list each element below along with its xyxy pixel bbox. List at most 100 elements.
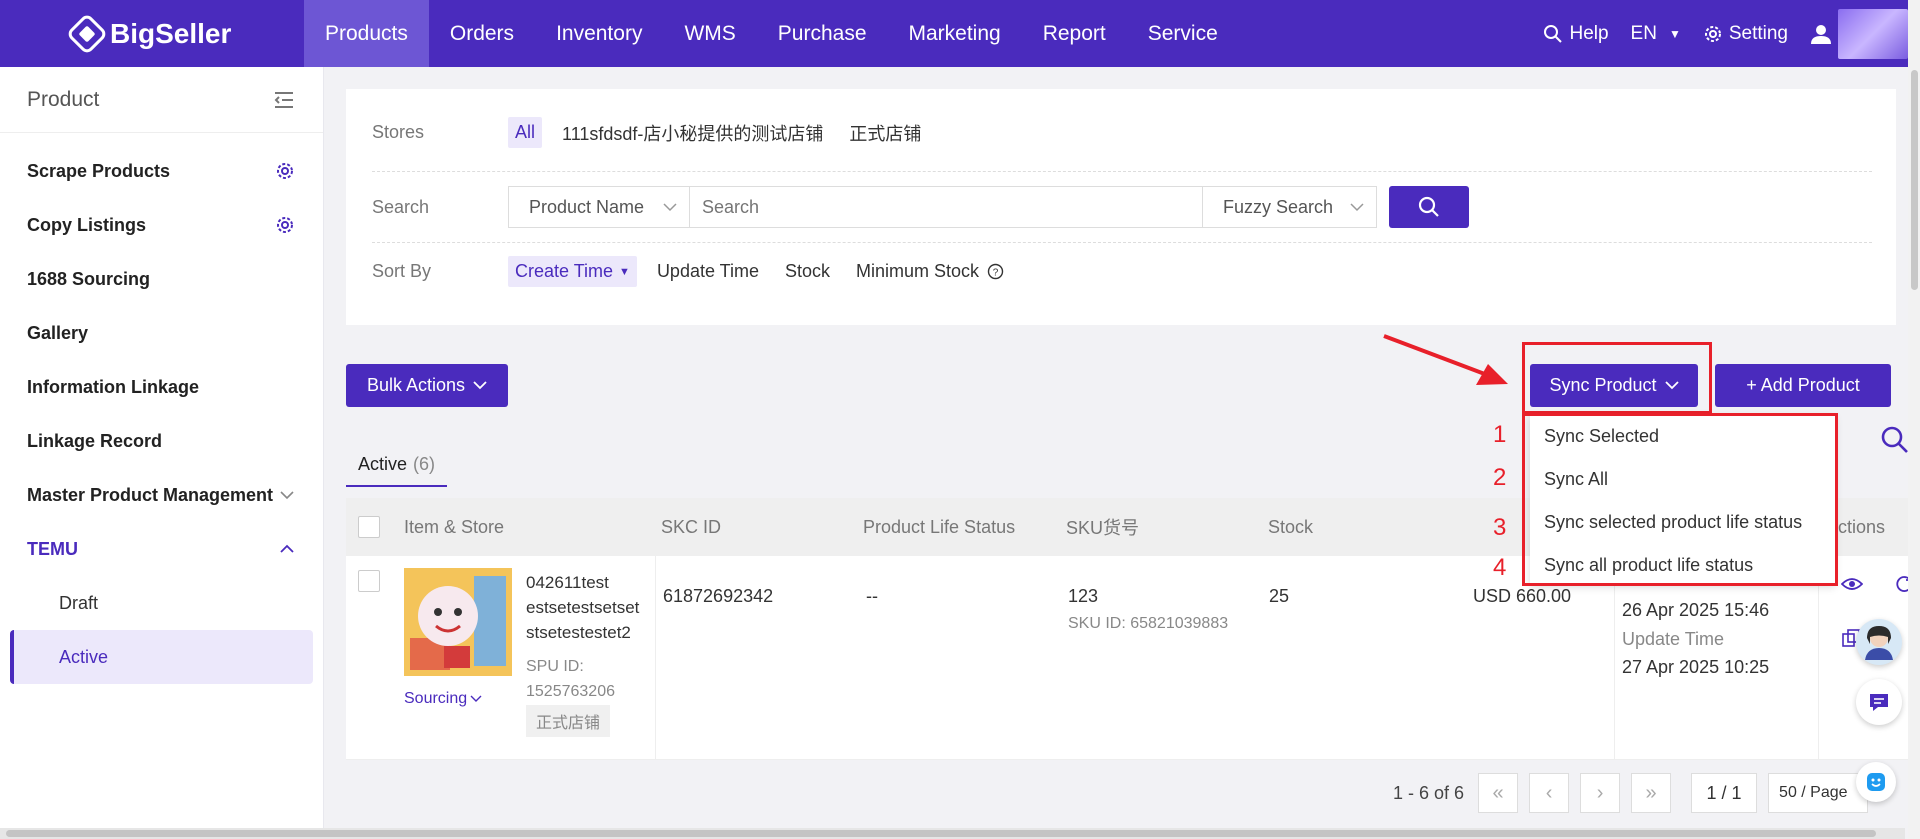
vertical-scrollbar[interactable] [1908,0,1920,839]
sourcing-dropdown[interactable]: Sourcing [404,690,482,708]
sidebar-item-copy-listings[interactable]: Copy Listings [0,198,323,252]
nav-marketing[interactable]: Marketing [888,0,1022,67]
sort-minimum-stock[interactable]: Minimum Stock [856,261,979,282]
user-menu[interactable] [1810,8,1908,59]
horizontal-scroll-thumb[interactable] [6,830,1876,837]
product-title-line: stsetestestet2 [526,623,631,642]
user-avatar[interactable] [1838,8,1908,59]
sidebar-item-1688-sourcing[interactable]: 1688 Sourcing [0,252,323,306]
sidebar-item-information-linkage[interactable]: Information Linkage [0,360,323,414]
help-circle-icon[interactable]: ? [987,263,1004,280]
bulk-actions-label: Bulk Actions [366,375,466,395]
nav-inventory[interactable]: Inventory [535,0,663,67]
chevron-down-icon [1350,202,1364,211]
sidebar-item-temu[interactable]: TEMU [0,522,323,576]
sidebar-item-scrape-products[interactable]: Scrape Products [0,144,323,198]
column-product-life-status: Product Life Status [863,516,1016,537]
caret-down-icon: ▼ [1668,26,1681,41]
product-thumbnail[interactable] [404,568,512,676]
nav-service[interactable]: Service [1127,0,1239,67]
column-item-store: Item & Store [404,516,505,537]
row-checkbox[interactable] [358,570,380,592]
search-field-value: Product Name [529,196,645,217]
tab-active-label: Active [358,453,408,474]
column-sku-code: SKU货号 [1066,518,1140,538]
sourcing-label: Sourcing [404,690,468,707]
logo-icon [65,12,109,55]
select-all-checkbox[interactable] [358,516,380,538]
sidebar-item-label: 1688 Sourcing [27,268,151,289]
eye-icon[interactable] [1841,576,1863,592]
store-option-official[interactable]: 正式店铺 [849,120,921,146]
column-skc-id: SKC ID [661,516,722,537]
prev-page-button[interactable]: ‹ [1529,773,1570,813]
collapse-menu-icon[interactable] [273,91,295,109]
sidebar-item-label: Master Product Management [27,484,274,505]
nav-wms[interactable]: WMS [663,0,756,67]
search-field-select[interactable]: Product Name [508,186,690,228]
help-link[interactable]: Help [1543,23,1609,45]
stores-filter-row: Stores All 111sfdsdf-店小秘提供的测试店铺 正式店铺 [372,117,921,148]
nav-purchase[interactable]: Purchase [757,0,888,67]
store-option-test[interactable]: 111sfdsdf-店小秘提供的测试店铺 [562,120,823,146]
spu-info: SPU ID: 1525763206 [526,654,615,704]
sidebar-item-master-product-management[interactable]: Master Product Management [0,468,323,522]
sort-update-time[interactable]: Update Time [657,261,759,282]
chevron-down-icon [663,202,677,211]
store-option-all[interactable]: All [508,117,543,148]
nav-orders[interactable]: Orders [429,0,535,67]
sort-stock[interactable]: Stock [785,261,830,282]
caret-down-icon: ▼ [619,265,630,278]
page-size-select[interactable]: 50 / Page [1768,773,1869,813]
search-mode-select[interactable]: Fuzzy Search [1202,186,1377,228]
chat-button[interactable] [1856,679,1902,725]
search-button[interactable] [1389,186,1469,228]
search-mode-value: Fuzzy Search [1223,196,1334,217]
sidebar-item-linkage-record[interactable]: Linkage Record [0,414,323,468]
setting-link[interactable]: Setting [1703,23,1788,45]
support-avatar[interactable] [1856,619,1902,665]
annotation-number: 3 [1493,514,1507,541]
chevron-down-icon [470,695,482,702]
sidebar-header: Product [0,67,323,133]
gear-icon[interactable] [275,161,295,181]
product-title[interactable]: 042611test estsetestsetset stsetestestet… [526,570,639,645]
vertical-scroll-thumb[interactable] [1911,70,1918,290]
stores-label: Stores [372,122,425,142]
create-time-value: 26 Apr 2025 15:46 [1622,600,1770,620]
pagination: 1 - 6 of 6 « ‹ › » 1 / 1 50 / Page [1393,773,1869,813]
sidebar-item-gallery[interactable]: Gallery [0,306,323,360]
sidebar-item-label: Linkage Record [27,430,163,451]
next-page-button[interactable]: › [1580,773,1621,813]
product-title-line: 042611test [526,573,609,592]
top-nav-bar: BigSeller Products Orders Inventory WMS … [0,0,1920,67]
sidebar-item-draft[interactable]: Draft [10,576,313,630]
search-input[interactable] [690,186,1202,228]
nav-report[interactable]: Report [1022,0,1127,67]
first-page-button[interactable]: « [1478,773,1519,813]
last-page-button[interactable]: » [1631,773,1672,813]
tab-active[interactable]: Active (6) [346,443,448,487]
page-input[interactable]: 1 / 1 [1691,773,1758,813]
bulk-actions-button[interactable]: Bulk Actions [346,364,508,407]
add-product-button[interactable]: + Add Product [1715,364,1891,407]
store-tag: 正式店铺 [526,705,611,737]
horizontal-scrollbar[interactable] [0,828,1905,839]
gear-icon[interactable] [275,215,295,235]
language-label: EN [1630,22,1657,44]
bigseller-logo[interactable]: BigSeller [0,0,304,67]
price-value: USD 660.00 [1473,586,1572,606]
language-select[interactable]: EN ▼ [1631,23,1681,45]
stock-value: 25 [1269,586,1290,606]
nav-products[interactable]: Products [304,0,429,67]
sku-id-value: SKU ID: 65821039883 [1068,615,1229,632]
feedback-button[interactable] [1856,762,1896,802]
main-menu: Products Orders Inventory WMS Purchase M… [304,0,1239,67]
setting-label: Setting [1728,22,1788,44]
sidebar-title: Product [27,87,100,111]
sidebar-item-active[interactable]: Active [10,630,313,684]
sort-create-time[interactable]: Create Time ▼ [508,256,637,287]
filter-divider [372,242,1872,243]
search-icon[interactable] [1880,425,1910,455]
spu-label: SPU ID: [526,658,584,675]
